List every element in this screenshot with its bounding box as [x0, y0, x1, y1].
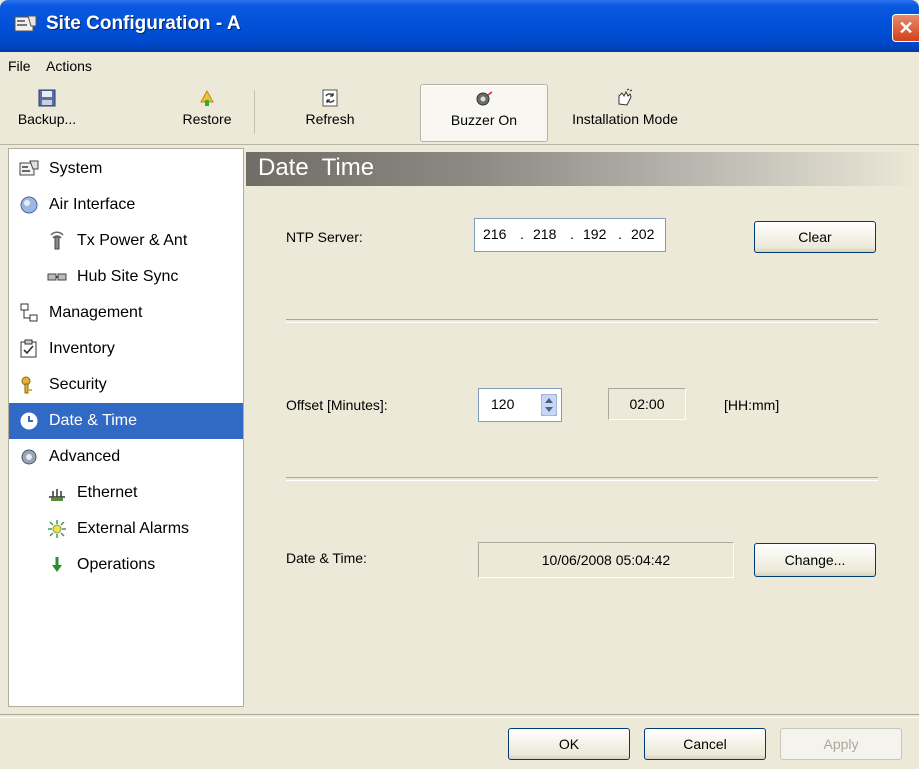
clock-icon: [20, 412, 38, 430]
sidebar-item-label: Operations: [77, 556, 156, 573]
close-button[interactable]: ✕: [892, 14, 919, 42]
sidebar-item-label: Air Interface: [49, 196, 136, 213]
sync-icon: [47, 273, 67, 281]
refresh-label: Refresh: [305, 111, 355, 127]
sidebar-item-management[interactable]: Management: [9, 295, 243, 331]
ntp-server-label: NTP Server:: [286, 229, 363, 245]
sidebar-item-label: Management: [49, 304, 143, 321]
refresh-icon: [322, 89, 338, 107]
sidebar-item-label: Hub Site Sync: [77, 268, 179, 285]
ip-dot: .: [520, 226, 524, 242]
buzzer-icon: [476, 91, 493, 106]
buzzer-label: Buzzer On: [450, 112, 518, 128]
current-date-time-display: 10/06/2008 05:04:42: [478, 542, 734, 578]
restore-label: Restore: [182, 111, 232, 127]
refresh-button[interactable]: Refresh: [280, 84, 380, 140]
section-divider: [286, 319, 878, 323]
advanced-icon: [21, 449, 37, 465]
sidebar-item-inventory[interactable]: Inventory: [9, 331, 243, 367]
ip-octet-1[interactable]: 216: [483, 226, 506, 242]
toolbar-separator: [254, 90, 255, 134]
ok-button[interactable]: OK: [508, 728, 630, 760]
ip-octet-2[interactable]: 218: [533, 226, 556, 242]
alarm-icon: [48, 520, 66, 538]
panel-header: Date Time: [246, 152, 919, 186]
offset-time-display: 02:00: [608, 388, 686, 420]
change-date-time-button[interactable]: Change...: [754, 543, 876, 577]
sidebar-item-external-alarms[interactable]: External Alarms: [9, 511, 243, 547]
installation-label: Installation Mode: [572, 111, 678, 127]
sidebar-item-system[interactable]: System: [9, 151, 243, 187]
sidebar-item-label: Security: [49, 376, 107, 393]
menu-file[interactable]: File: [8, 58, 31, 74]
sidebar-item-tx-power[interactable]: Tx Power & Ant: [9, 223, 243, 259]
page-title: Date Time: [258, 154, 375, 181]
ip-dot: .: [618, 226, 622, 242]
cancel-button[interactable]: Cancel: [644, 728, 766, 760]
window-title: Site Configuration - A: [46, 13, 241, 34]
menu-bar: File Actions: [0, 52, 919, 81]
management-icon: [20, 303, 38, 322]
antenna-icon: [50, 231, 64, 250]
toolbar: Backup... Restore Refresh Buzzer On Inst…: [0, 80, 919, 145]
ip-dot: .: [570, 226, 574, 242]
date-time-panel: Date Time NTP Server: 216 . 218 . 192 . …: [246, 148, 919, 705]
security-icon: [21, 376, 32, 394]
sidebar-item-label: Date & Time: [49, 412, 138, 429]
ip-octet-4[interactable]: 202: [631, 226, 654, 242]
sidebar-item-label: Ethernet: [77, 484, 138, 501]
offset-value: 120: [491, 396, 515, 412]
sidebar-item-label: System: [49, 160, 103, 177]
offset-stepper[interactable]: 120: [478, 388, 562, 422]
sidebar-item-security[interactable]: Security: [9, 367, 243, 403]
site-config-icon: [14, 15, 37, 32]
air-interface-icon: [20, 196, 38, 214]
sidebar-item-label: Tx Power & Ant: [77, 232, 188, 249]
sidebar-item-label: Advanced: [49, 448, 121, 465]
inventory-icon: [20, 339, 37, 358]
system-icon: [19, 160, 39, 176]
site-configuration-window: Site Configuration - A ✕ File Actions Ba…: [0, 0, 919, 769]
spinner-arrows-icon[interactable]: [541, 394, 557, 416]
floppy-disk-icon: [38, 89, 56, 107]
footer-divider: [0, 714, 919, 718]
clear-button[interactable]: Clear: [754, 221, 876, 253]
sidebar-item-air-interface[interactable]: Air Interface: [9, 187, 243, 223]
time-format-label: [HH:mm]: [724, 397, 780, 413]
apply-button[interactable]: Apply: [780, 728, 902, 760]
sidebar-tree: System Air Interface Tx Power & Ant Hub …: [8, 148, 244, 707]
ntp-server-ip-input[interactable]: 216 . 218 . 192 . 202: [474, 218, 666, 252]
sidebar-item-ethernet[interactable]: Ethernet: [9, 475, 243, 511]
ip-octet-3[interactable]: 192: [583, 226, 606, 242]
menu-actions[interactable]: Actions: [46, 58, 92, 74]
ethernet-icon: [49, 489, 65, 501]
sidebar-item-operations[interactable]: Operations: [9, 547, 243, 583]
operations-icon: [52, 557, 62, 572]
backup-label: Backup...: [17, 111, 77, 127]
buzzer-button[interactable]: Buzzer On: [420, 84, 548, 142]
installation-hand-icon: [618, 88, 633, 106]
section-divider: [286, 477, 878, 481]
sidebar-item-advanced[interactable]: Advanced: [9, 439, 243, 475]
sidebar-item-label: External Alarms: [77, 520, 190, 537]
installation-mode-button[interactable]: Installation Mode: [558, 84, 692, 140]
sidebar-item-hub-site-sync[interactable]: Hub Site Sync: [9, 259, 243, 295]
restore-arrow-icon: [200, 89, 214, 106]
offset-label: Offset [Minutes]:: [286, 397, 388, 413]
sidebar-item-label: Inventory: [49, 340, 115, 357]
backup-button[interactable]: Backup...: [2, 84, 92, 140]
date-time-label: Date & Time:: [286, 550, 367, 566]
close-icon: ✕: [898, 18, 914, 38]
restore-button[interactable]: Restore: [166, 84, 248, 140]
title-bar[interactable]: Site Configuration - A ✕: [0, 0, 919, 52]
sidebar-item-date-time[interactable]: Date & Time: [9, 403, 243, 439]
